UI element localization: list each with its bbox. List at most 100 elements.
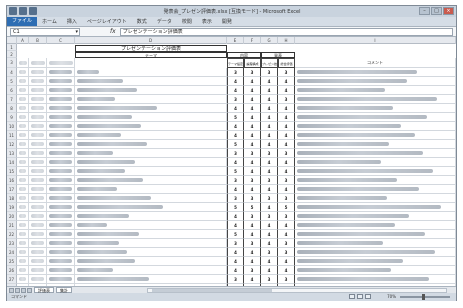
score-cell[interactable]: 3 (278, 248, 295, 257)
score-cell[interactable]: 3 (261, 176, 278, 185)
table-cell[interactable] (17, 167, 29, 176)
score-cell[interactable]: 4 (278, 266, 295, 275)
score-cell[interactable]: 4 (227, 257, 244, 266)
score-cell[interactable]: 3 (244, 212, 261, 221)
score-cell[interactable]: 4 (227, 212, 244, 221)
table-cell[interactable] (47, 104, 75, 113)
table-cell[interactable] (47, 203, 75, 212)
row-header-22[interactable]: 22 (7, 230, 17, 239)
comment-cell[interactable] (295, 230, 456, 239)
score-cell[interactable]: 3 (261, 248, 278, 257)
comment-cell[interactable] (295, 95, 456, 104)
table-cell[interactable] (47, 68, 75, 77)
comment-cell[interactable] (295, 131, 456, 140)
score-cell[interactable]: 4 (261, 131, 278, 140)
score-cell[interactable]: 4 (278, 86, 295, 95)
row-header-9[interactable]: 9 (7, 113, 17, 122)
table-cell[interactable] (29, 257, 47, 266)
table-cell[interactable] (29, 230, 47, 239)
header-cell[interactable] (47, 58, 75, 68)
score-cell[interactable]: 4 (261, 140, 278, 149)
table-cell[interactable] (17, 230, 29, 239)
score-cell[interactable]: 3 (227, 68, 244, 77)
table-cell[interactable] (75, 167, 227, 176)
select-all-corner[interactable] (7, 37, 17, 44)
table-cell[interactable] (75, 149, 227, 158)
column-header-c[interactable]: C (47, 37, 75, 44)
score-cell[interactable]: 4 (244, 113, 261, 122)
score-cell[interactable]: 4 (227, 248, 244, 257)
table-cell[interactable] (29, 167, 47, 176)
tab-view[interactable]: 表示 (197, 18, 217, 25)
comment-cell[interactable] (295, 68, 456, 77)
score-cell[interactable]: 3 (278, 194, 295, 203)
row-header-1[interactable]: 1 (7, 44, 17, 51)
table-cell[interactable] (47, 239, 75, 248)
table-cell[interactable] (29, 158, 47, 167)
score-cell[interactable]: 4 (261, 167, 278, 176)
table-cell[interactable] (75, 230, 227, 239)
table-cell[interactable] (47, 230, 75, 239)
comment-cell[interactable] (295, 158, 456, 167)
table-cell[interactable] (47, 275, 75, 284)
table-cell[interactable] (29, 95, 47, 104)
comment-cell[interactable] (295, 86, 456, 95)
score-cell[interactable]: 4 (261, 266, 278, 275)
page-break-view-icon[interactable] (365, 294, 371, 299)
zoom-slider[interactable] (400, 294, 450, 300)
table-cell[interactable] (29, 122, 47, 131)
score-cell[interactable]: 3 (227, 149, 244, 158)
score-cell[interactable]: 4 (227, 266, 244, 275)
comment-cell[interactable] (295, 194, 456, 203)
score-cell[interactable]: 4 (261, 113, 278, 122)
row-header-7[interactable]: 7 (7, 95, 17, 104)
score-cell[interactable]: 5 (227, 230, 244, 239)
table-cell[interactable] (47, 176, 75, 185)
maximize-button[interactable]: □ (431, 7, 442, 15)
table-cell[interactable] (75, 131, 227, 140)
comment-cell[interactable] (295, 140, 456, 149)
row-header-13[interactable]: 13 (7, 149, 17, 158)
table-cell[interactable] (29, 248, 47, 257)
table-cell[interactable] (29, 203, 47, 212)
score-cell[interactable]: 4 (261, 86, 278, 95)
score-cell[interactable]: 4 (244, 221, 261, 230)
chevron-down-icon[interactable]: ▾ (75, 29, 78, 36)
table-cell[interactable] (47, 248, 75, 257)
table-cell[interactable] (47, 221, 75, 230)
page-layout-view-icon[interactable] (357, 294, 363, 299)
score-cell[interactable]: 4 (244, 230, 261, 239)
column-header-h[interactable]: H (278, 37, 295, 44)
score-cell[interactable]: 4 (261, 122, 278, 131)
table-cell[interactable] (17, 149, 29, 158)
table-cell[interactable] (17, 248, 29, 257)
score-cell[interactable]: 4 (244, 140, 261, 149)
table-cell[interactable] (29, 149, 47, 158)
table-cell[interactable] (47, 86, 75, 95)
table-cell[interactable] (75, 113, 227, 122)
row-header-14[interactable]: 14 (7, 158, 17, 167)
table-cell[interactable] (75, 86, 227, 95)
table-cell[interactable] (29, 68, 47, 77)
table-cell[interactable] (29, 140, 47, 149)
table-cell[interactable] (29, 77, 47, 86)
table-cell[interactable] (17, 131, 29, 140)
score-subheader[interactable]: テーマ設定 (227, 58, 244, 68)
table-cell[interactable] (29, 239, 47, 248)
score-cell[interactable]: 5 (227, 113, 244, 122)
row-header-11[interactable]: 11 (7, 131, 17, 140)
score-cell[interactable]: 3 (244, 194, 261, 203)
table-cell[interactable] (29, 194, 47, 203)
score-cell[interactable]: 3 (261, 212, 278, 221)
score-cell[interactable]: 3 (227, 95, 244, 104)
score-cell[interactable]: 4 (261, 230, 278, 239)
score-cell[interactable]: 3 (261, 68, 278, 77)
score-cell[interactable]: 4 (244, 77, 261, 86)
score-cell[interactable]: 3 (227, 176, 244, 185)
score-cell[interactable]: 3 (244, 149, 261, 158)
comment-cell[interactable] (295, 122, 456, 131)
score-cell[interactable]: 3 (278, 95, 295, 104)
row-header-21[interactable]: 21 (7, 221, 17, 230)
row-header-6[interactable]: 6 (7, 86, 17, 95)
score-cell[interactable]: 4 (261, 185, 278, 194)
